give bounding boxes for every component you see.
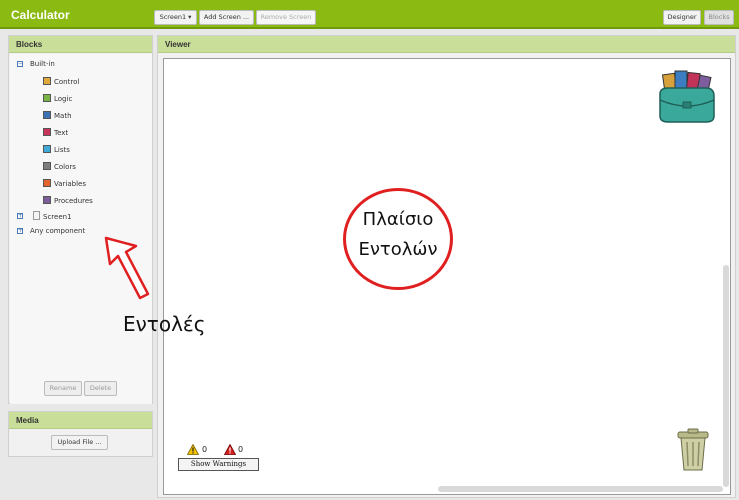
control-color-icon — [43, 77, 51, 85]
error-icon — [224, 444, 236, 455]
rename-button[interactable]: Rename — [44, 381, 82, 396]
circle-label-line2: Εντολών — [358, 239, 438, 260]
blocks-button[interactable]: Blocks — [704, 10, 734, 25]
procedures-color-icon — [43, 196, 51, 204]
lists-color-icon — [43, 145, 51, 153]
math-color-icon — [43, 111, 51, 119]
screen-select-dropdown[interactable]: Screen1 ▾ — [154, 10, 197, 25]
tree-item-procedures[interactable]: Procedures — [54, 197, 93, 205]
tree-item-lists[interactable]: Lists — [54, 146, 70, 154]
app-title: Calculator — [11, 8, 70, 22]
delete-button[interactable]: Delete — [84, 381, 117, 396]
collapse-icon[interactable]: − — [17, 61, 23, 67]
red-arrow-annotation — [104, 236, 150, 300]
tree-item-any-component[interactable]: Any component — [30, 227, 85, 235]
error-count: 0 — [238, 445, 244, 454]
backpack-icon[interactable] — [656, 68, 718, 126]
circle-label-line1: Πλαίσιο — [362, 209, 434, 230]
expand-icon[interactable]: + — [17, 228, 23, 234]
media-panel-title: Media — [9, 412, 152, 429]
blocks-panel-title: Blocks — [9, 36, 152, 53]
vertical-scrollbar[interactable] — [723, 265, 729, 487]
top-toolbar: Calculator Screen1 ▾ Add Screen ... Remo… — [0, 0, 739, 29]
commands-annotation-label: Εντολές — [123, 312, 206, 336]
upload-file-button[interactable]: Upload File ... — [51, 435, 108, 450]
variables-color-icon — [43, 179, 51, 187]
tree-item-text[interactable]: Text — [54, 129, 68, 137]
trash-icon[interactable] — [676, 428, 710, 472]
media-panel: Media — [8, 411, 153, 457]
remove-screen-button[interactable]: Remove Screen — [256, 10, 316, 25]
add-screen-button[interactable]: Add Screen ... — [199, 10, 254, 25]
horizontal-scrollbar[interactable] — [438, 486, 723, 492]
tree-item-logic[interactable]: Logic — [54, 95, 72, 103]
designer-button[interactable]: Designer — [663, 10, 701, 25]
blocks-workspace[interactable] — [163, 58, 731, 495]
blocks-panel: Blocks — [8, 35, 153, 404]
colors-color-icon — [43, 162, 51, 170]
tree-item-colors[interactable]: Colors — [54, 163, 76, 171]
text-color-icon — [43, 128, 51, 136]
logic-color-icon — [43, 94, 51, 102]
screen-icon — [33, 211, 40, 220]
tree-item-variables[interactable]: Variables — [54, 180, 86, 188]
expand-icon[interactable]: + — [17, 213, 23, 219]
tree-item-screen1[interactable]: Screen1 — [43, 213, 72, 221]
show-warnings-button[interactable]: Show Warnings — [178, 458, 259, 471]
viewer-panel-title: Viewer — [158, 36, 735, 53]
warning-count: 0 — [202, 445, 208, 454]
tree-item-control[interactable]: Control — [54, 78, 79, 86]
tree-item-math[interactable]: Math — [54, 112, 72, 120]
warning-icon — [187, 444, 199, 455]
tree-item-builtin[interactable]: Built-in — [30, 60, 55, 68]
